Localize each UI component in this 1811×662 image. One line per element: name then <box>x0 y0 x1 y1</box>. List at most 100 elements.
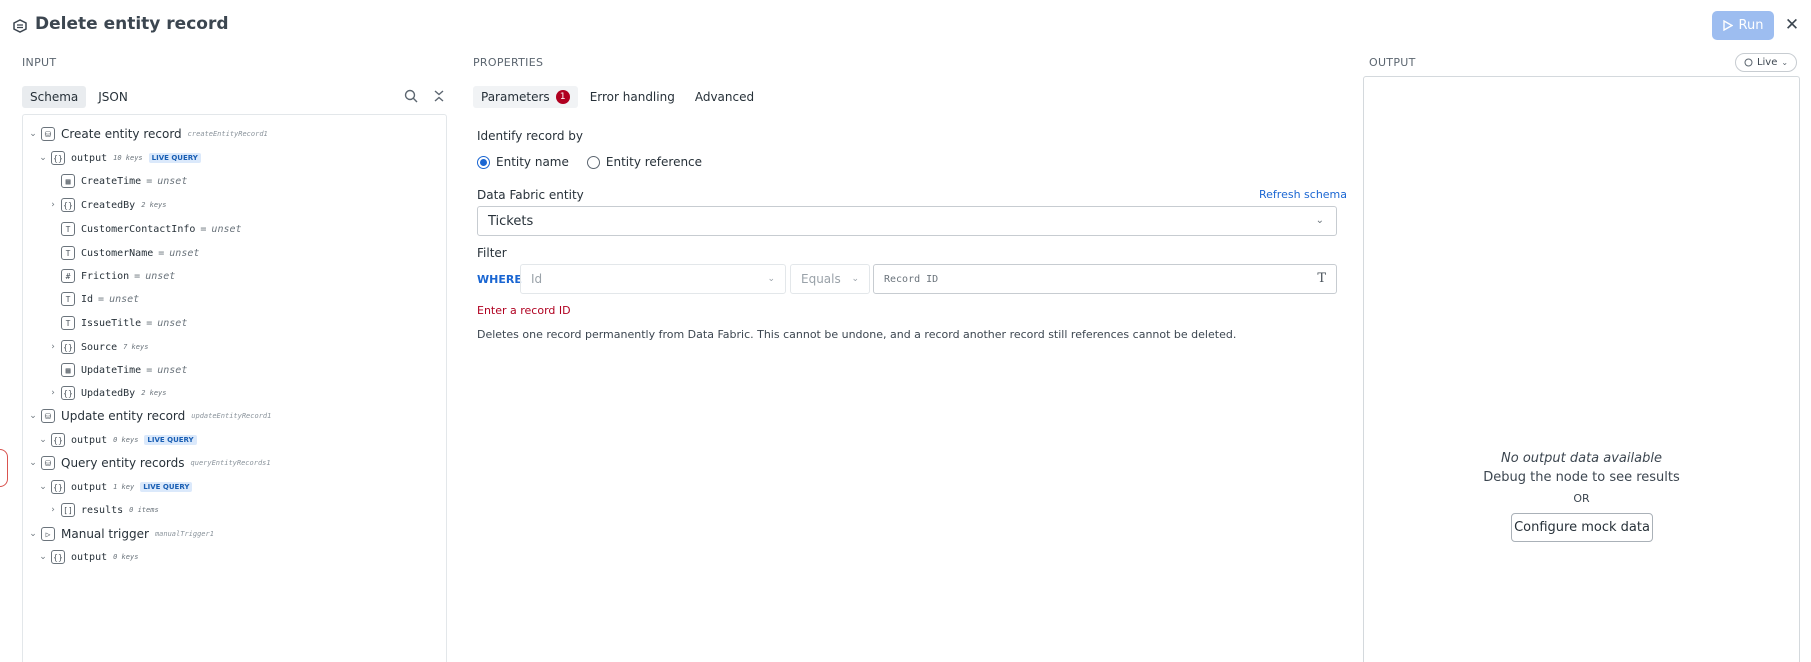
equals-sign: = <box>98 293 105 305</box>
header: Delete entity record Run ✕ <box>0 0 1811 50</box>
key-count: 0 keys <box>113 436 139 444</box>
node-id: updateEntityRecord1 <box>191 412 272 420</box>
tree-output-query[interactable]: ⌄ {} output 1 key LIVE QUERY <box>37 477 193 497</box>
tab-parameters[interactable]: Parameters 1 <box>473 86 578 108</box>
chevron-down-icon[interactable]: ⌄ <box>37 481 49 493</box>
text-type-icon[interactable]: T <box>1317 271 1326 286</box>
equals-sign: = <box>158 247 165 259</box>
tree-node-create-entity[interactable]: ⌄ ⛁ Create entity record createEntityRec… <box>27 124 268 144</box>
tree-output-create[interactable]: ⌄ {} output 10 keys LIVE QUERY <box>37 148 201 168</box>
field-name: Id <box>81 293 94 305</box>
chevron-down-icon[interactable]: ⌄ <box>37 551 49 563</box>
chevron-down-icon: ⌄ <box>1781 58 1789 67</box>
radio-entity-reference[interactable] <box>586 155 600 169</box>
chevron-right-icon[interactable]: › <box>47 341 59 353</box>
close-icon[interactable]: ✕ <box>1781 14 1803 36</box>
object-icon: {} <box>51 433 65 447</box>
equals-sign: = <box>200 223 207 235</box>
filter-label: Filter <box>477 246 507 260</box>
tree-field[interactable]: › [] results 0 items <box>47 500 159 520</box>
key-count: 10 keys <box>113 154 143 162</box>
radio-entity-reference-label[interactable]: Entity reference <box>606 155 702 169</box>
radio-entity-name-label[interactable]: Entity name <box>496 155 569 169</box>
field-value: unset <box>109 293 140 305</box>
entity-select[interactable]: Tickets ⌄ <box>477 206 1337 236</box>
chevron-down-icon[interactable]: ⌄ <box>27 457 39 469</box>
text-type-icon: T <box>61 316 75 330</box>
input-tools <box>403 88 447 104</box>
chevron-right-icon[interactable]: › <box>47 504 59 516</box>
node-name: Update entity record <box>61 409 186 423</box>
tree-field[interactable]: ▦ UpdateTime = unset <box>61 360 187 380</box>
filter-field-placeholder: Id <box>531 272 543 286</box>
tab-json[interactable]: JSON <box>90 86 136 108</box>
chevron-down-icon[interactable]: ⌄ <box>27 410 39 422</box>
input-section-label: INPUT <box>22 56 57 69</box>
output-section-label: OUTPUT <box>1369 56 1416 69</box>
live-query-badge: LIVE QUERY <box>148 153 201 163</box>
tree-node-query-entity[interactable]: ⌄ ⛁ Query entity records queryEntityReco… <box>27 453 271 473</box>
entity-node-icon: ⛁ <box>41 127 55 141</box>
filter-operator-placeholder: Equals <box>801 272 841 286</box>
filter-field-select[interactable]: Id ⌄ <box>520 264 786 294</box>
chevron-right-icon[interactable]: › <box>47 387 59 399</box>
schema-tree: ⌄ ⛁ Create entity record createEntityRec… <box>22 114 447 662</box>
field-name: CustomerContactInfo <box>81 223 196 235</box>
tree-node-manual-trigger[interactable]: ⌄ ▷ Manual trigger manualTrigger1 <box>27 524 214 544</box>
entity-node-icon: ⛁ <box>41 456 55 470</box>
side-panel-tab[interactable] <box>0 449 8 487</box>
tree-output-update[interactable]: ⌄ {} output 0 keys LIVE QUERY <box>37 430 197 450</box>
node-id: createEntityRecord1 <box>187 130 268 138</box>
live-query-badge: LIVE QUERY <box>140 482 193 492</box>
object-icon: {} <box>61 340 75 354</box>
text-type-icon: T <box>61 246 75 260</box>
live-query-badge: LIVE QUERY <box>144 435 197 445</box>
tree-field[interactable]: › {} Source 7 keys <box>47 337 148 357</box>
identify-radio-group: Entity name Entity reference <box>477 155 702 169</box>
tree-field[interactable]: ▦ CreateTime = unset <box>61 171 187 191</box>
collapse-all-icon[interactable] <box>431 88 447 104</box>
output-label: output <box>71 481 108 493</box>
live-status-icon <box>1744 58 1753 67</box>
entity-node-icon: ⛁ <box>41 409 55 423</box>
tree-field[interactable]: T IssueTitle = unset <box>61 313 187 333</box>
tab-schema[interactable]: Schema <box>22 86 87 108</box>
run-button[interactable]: Run <box>1712 11 1774 40</box>
chevron-right-icon[interactable]: › <box>47 199 59 211</box>
run-label: Run <box>1738 18 1764 33</box>
tab-error-handling[interactable]: Error handling <box>582 86 683 108</box>
equals-sign: = <box>146 317 153 329</box>
node-id: queryEntityRecords1 <box>190 459 271 467</box>
record-id-input[interactable]: Record ID T <box>873 264 1337 294</box>
chevron-down-icon[interactable]: ⌄ <box>27 528 39 540</box>
search-icon[interactable] <box>403 88 419 104</box>
properties-tabs: Parameters 1 Error handling Advanced <box>473 86 762 108</box>
tree-node-update-entity[interactable]: ⌄ ⛁ Update entity record updateEntityRec… <box>27 406 271 426</box>
empty-state-title: No output data available <box>1501 451 1662 466</box>
chevron-down-icon[interactable]: ⌄ <box>27 128 39 140</box>
key-count: 0 keys <box>113 553 139 561</box>
tab-parameters-label: Parameters <box>481 90 550 104</box>
chevron-down-icon[interactable]: ⌄ <box>37 152 49 164</box>
tree-field[interactable]: T CustomerContactInfo = unset <box>61 219 242 239</box>
field-name: Friction <box>81 270 130 282</box>
configure-mock-data-button[interactable]: Configure mock data <box>1511 513 1653 542</box>
entity-select-value: Tickets <box>488 213 534 229</box>
live-toggle[interactable]: Live ⌄ <box>1735 53 1797 72</box>
radio-entity-name[interactable] <box>477 155 490 169</box>
filter-operator-select[interactable]: Equals ⌄ <box>790 264 870 294</box>
tree-output-manual[interactable]: ⌄ {} output 0 keys <box>37 547 138 567</box>
tree-field[interactable]: › {} CreatedBy 2 keys <box>47 195 166 215</box>
tree-field[interactable]: › {} UpdatedBy 2 keys <box>47 383 166 403</box>
tree-field[interactable]: T CustomerName = unset <box>61 243 199 263</box>
field-name: CreatedBy <box>81 199 136 211</box>
tab-advanced[interactable]: Advanced <box>687 86 762 108</box>
field-value: unset <box>169 247 200 259</box>
delete-help-text: Deletes one record permanently from Data… <box>477 328 1237 341</box>
text-type-icon: T <box>61 292 75 306</box>
node-id: manualTrigger1 <box>154 530 214 538</box>
refresh-schema-link[interactable]: Refresh schema <box>1259 188 1347 201</box>
tree-field[interactable]: T Id = unset <box>61 289 139 309</box>
tree-field[interactable]: # Friction = unset <box>61 266 175 286</box>
chevron-down-icon[interactable]: ⌄ <box>37 434 49 446</box>
